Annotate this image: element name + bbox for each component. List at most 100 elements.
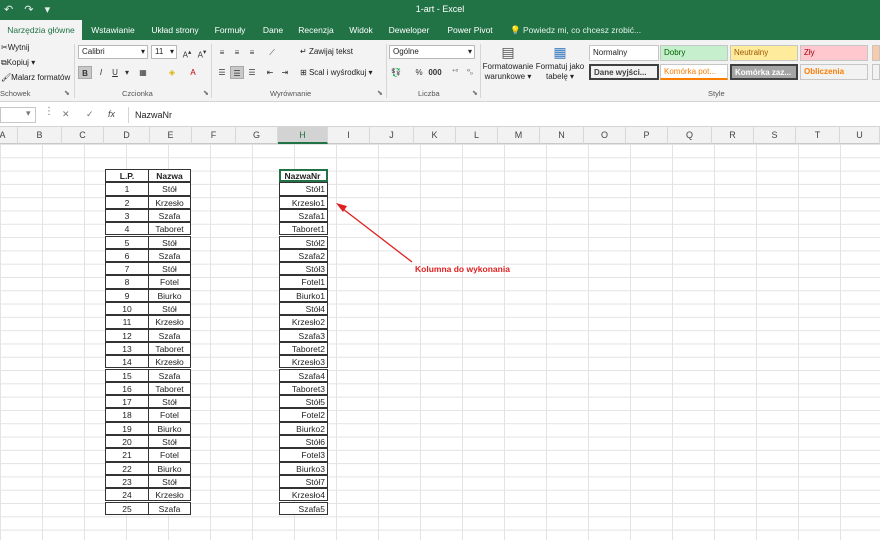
style-output[interactable]: Dane wyjści...: [589, 64, 659, 80]
decrease-font-icon[interactable]: A▾: [195, 46, 209, 60]
nazwa-cell[interactable]: Stół: [148, 435, 191, 449]
format-painter-button[interactable]: 🖌Malarz formatów: [1, 73, 70, 82]
nazwa-cell[interactable]: Szafa: [148, 368, 191, 382]
cut-button[interactable]: ✂Wytnij: [1, 43, 29, 52]
lp-cell[interactable]: 13: [105, 341, 149, 356]
insert-function-icon[interactable]: fx: [108, 109, 115, 119]
nazwanr-cell[interactable]: Stół2: [279, 235, 328, 249]
style-normal[interactable]: Normalny: [589, 45, 659, 61]
nazwa-cell[interactable]: Biurko: [148, 288, 191, 302]
increase-font-icon[interactable]: A▴: [180, 46, 194, 60]
nazwanr-cell[interactable]: Taboret1: [279, 222, 328, 236]
lp-cell[interactable]: 17: [105, 395, 149, 409]
borders-icon[interactable]: ▦: [136, 66, 150, 79]
lp-cell[interactable]: 9: [105, 288, 149, 302]
align-middle-icon[interactable]: ≡: [230, 46, 244, 59]
header-lp[interactable]: L.P.: [105, 169, 149, 183]
number-launcher-icon[interactable]: ⬊: [472, 89, 478, 97]
merge-center-button[interactable]: ⊞ Scal i wyśrodkuj ▾: [300, 68, 373, 77]
nazwa-cell[interactable]: Biurko: [148, 461, 191, 475]
lp-cell[interactable]: 25: [105, 501, 149, 515]
nazwa-cell[interactable]: Biurko: [148, 421, 191, 435]
column-header-d[interactable]: D: [104, 127, 150, 144]
column-header-u[interactable]: U: [840, 127, 880, 144]
column-header-n[interactable]: N: [540, 127, 584, 144]
decrease-decimal-icon[interactable]: ⁰₀: [463, 66, 477, 79]
nazwa-cell[interactable]: Krzesło: [148, 195, 191, 209]
lp-cell[interactable]: 2: [105, 195, 149, 209]
nazwanr-cell[interactable]: Biurko3: [279, 461, 328, 475]
style-more-cell[interactable]: [872, 64, 880, 80]
nazwanr-cell[interactable]: Szafa5: [279, 501, 328, 515]
nazwanr-cell[interactable]: Fotel3: [279, 448, 328, 462]
align-center-icon[interactable]: ☰: [230, 66, 244, 79]
nazwa-cell[interactable]: Krzesło: [148, 488, 191, 502]
nazwanr-cell[interactable]: Szafa4: [279, 368, 328, 382]
italic-button[interactable]: I: [94, 66, 108, 79]
wrap-text-button[interactable]: ↵ Zawijaj tekst: [300, 47, 353, 56]
nazwanr-cell[interactable]: Szafa1: [279, 208, 328, 223]
nazwanr-cell[interactable]: Szafa3: [279, 328, 328, 342]
column-header-f[interactable]: F: [192, 127, 236, 144]
column-header-r[interactable]: R: [712, 127, 754, 144]
lp-cell[interactable]: 3: [105, 208, 149, 223]
lp-cell[interactable]: 8: [105, 275, 149, 289]
font-color-icon[interactable]: A: [186, 66, 200, 79]
nazwa-cell[interactable]: Szafa: [148, 328, 191, 342]
nazwanr-cell[interactable]: Krzesło4: [279, 488, 328, 502]
increase-decimal-icon[interactable]: ⁺⁰: [448, 66, 462, 79]
nazwa-cell[interactable]: Stół: [148, 474, 191, 489]
column-header-q[interactable]: Q: [668, 127, 712, 144]
lp-cell[interactable]: 14: [105, 355, 149, 369]
conditional-formatting-button[interactable]: ▤ Formatowanie warunkowe ▾: [482, 42, 534, 82]
tab-data[interactable]: Dane: [259, 20, 287, 40]
nazwa-cell[interactable]: Stół: [148, 262, 191, 276]
orientation-icon[interactable]: ⟋: [265, 46, 279, 59]
nazwanr-cell[interactable]: Taboret3: [279, 381, 328, 396]
style-good[interactable]: Dobry: [660, 45, 728, 61]
column-header-e[interactable]: E: [150, 127, 192, 144]
nazwa-cell[interactable]: Szafa: [148, 501, 191, 515]
column-header-l[interactable]: L: [456, 127, 498, 144]
nazwa-cell[interactable]: Taboret: [148, 381, 191, 396]
nazwanr-cell[interactable]: Stół1: [279, 182, 328, 196]
nazwa-cell[interactable]: Stół: [148, 235, 191, 249]
nazwa-cell[interactable]: Taboret: [148, 341, 191, 356]
enter-icon[interactable]: ✓: [86, 109, 94, 120]
font-size-select[interactable]: 11 ▾: [151, 45, 177, 59]
column-header-o[interactable]: O: [584, 127, 626, 144]
column-header-t[interactable]: T: [796, 127, 840, 144]
nazwanr-cell[interactable]: Krzesło1: [279, 195, 328, 209]
tab-page-layout[interactable]: Układ strony: [146, 20, 204, 40]
style-linked-cell[interactable]: Komórka pot...: [660, 64, 728, 80]
header-nazwanr[interactable]: NazwaNr: [279, 169, 328, 183]
lp-cell[interactable]: 23: [105, 474, 149, 489]
nazwanr-cell[interactable]: Krzesło3: [279, 355, 328, 369]
nazwanr-cell[interactable]: Stół4: [279, 302, 328, 316]
cancel-icon[interactable]: ✕: [62, 109, 70, 120]
clipboard-launcher-icon[interactable]: ⬊: [64, 89, 70, 97]
column-header-c[interactable]: C: [62, 127, 104, 144]
nazwanr-cell[interactable]: Szafa2: [279, 248, 328, 263]
nazwanr-cell[interactable]: Taboret2: [279, 341, 328, 356]
tab-formulas[interactable]: Formuły: [210, 20, 250, 40]
header-nazwa[interactable]: Nazwa: [148, 169, 191, 183]
style-check-cell[interactable]: Komórka zaz...: [730, 64, 798, 80]
column-header-i[interactable]: I: [328, 127, 370, 144]
fill-color-icon[interactable]: ◈: [165, 66, 179, 79]
nazwanr-cell[interactable]: Stół7: [279, 474, 328, 489]
nazwa-cell[interactable]: Szafa: [148, 208, 191, 223]
number-format-select[interactable]: Ogólne ▾: [389, 45, 475, 59]
tab-home[interactable]: Narzędzia główne: [0, 20, 82, 40]
tab-insert[interactable]: Wstawianie: [84, 20, 142, 40]
nazwanr-cell[interactable]: Biurko1: [279, 288, 328, 302]
currency-icon[interactable]: 💱: [389, 66, 403, 79]
lp-cell[interactable]: 5: [105, 235, 149, 249]
align-top-icon[interactable]: ≡: [215, 46, 229, 59]
tab-developer[interactable]: Deweloper: [386, 20, 432, 40]
column-header-j[interactable]: J: [370, 127, 414, 144]
format-as-table-button[interactable]: ▦ Formatuj jako tabelę ▾: [534, 42, 586, 82]
column-header-p[interactable]: P: [626, 127, 668, 144]
nazwa-cell[interactable]: Stół: [148, 395, 191, 409]
copy-button[interactable]: ⧉Kopiuj ▾: [1, 58, 35, 68]
